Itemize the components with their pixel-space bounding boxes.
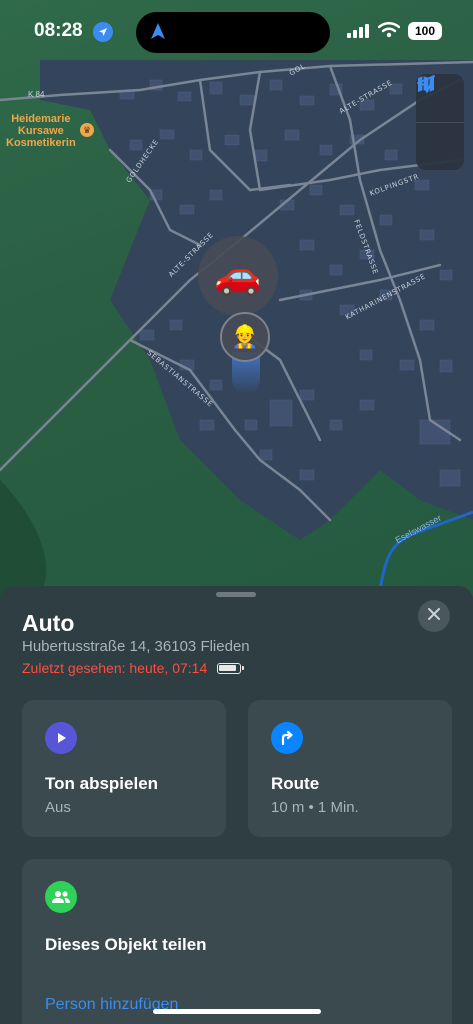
location-arrow-icon: [93, 22, 113, 42]
play-sound-title: Ton abspielen: [45, 774, 159, 793]
close-icon: [428, 607, 440, 625]
route-distance: 10 m • 1 Min.: [271, 799, 359, 816]
battery-icon: [217, 662, 245, 674]
poi-label[interactable]: Heidemarie Kursawe Kosmetikerin: [6, 113, 76, 149]
poi-name-line3: Kosmetikerin: [6, 137, 76, 149]
road-label-k84: K 84: [28, 90, 45, 99]
last-seen-text: Zuletzt gesehen: heute, 07:14: [22, 660, 208, 676]
item-title: Auto: [22, 610, 75, 636]
crown-icon[interactable]: ♛: [80, 123, 94, 137]
play-icon: [45, 722, 77, 754]
poi-name-line1: Heidemarie: [11, 113, 71, 125]
dynamic-island[interactable]: [136, 12, 330, 53]
locate-button[interactable]: [416, 75, 464, 170]
people-icon: [45, 881, 77, 913]
home-indicator[interactable]: [153, 1009, 321, 1014]
item-address: Hubertusstraße 14, 36103 Flieden: [22, 638, 250, 655]
close-button[interactable]: [418, 600, 450, 632]
status-bar: 08:28 100: [0, 0, 473, 62]
map-view[interactable]: K 84 Heidemarie Kursawe Kosmetikerin ♛ G…: [0, 0, 473, 620]
play-sound-card[interactable]: Ton abspielen Aus: [22, 700, 226, 837]
cellular-signal-icon: [347, 24, 371, 43]
share-item-card: Dieses Objekt teilen Person hinzufügen: [22, 859, 452, 1024]
last-seen-status: Zuletzt gesehen: heute, 07:14: [22, 660, 245, 676]
turn-right-arrow-icon: [271, 722, 303, 754]
route-card[interactable]: Route 10 m • 1 Min.: [248, 700, 452, 837]
route-title: Route: [271, 774, 320, 793]
person-marker[interactable]: 👷: [220, 312, 270, 362]
wifi-icon: [377, 22, 401, 43]
map-controls: [416, 74, 464, 170]
poi-name-line2: Kursawe: [17, 125, 64, 137]
navigation-icon: [150, 22, 166, 45]
item-detail-sheet: Auto Hubertusstraße 14, 36103 Flieden Zu…: [0, 586, 473, 1024]
battery-icon: 100: [408, 22, 442, 40]
status-time: 08:28: [34, 20, 83, 41]
play-sound-status: Aus: [45, 799, 71, 816]
share-title: Dieses Objekt teilen: [45, 935, 207, 954]
sheet-grabber[interactable]: [216, 592, 256, 597]
car-marker[interactable]: 🚗: [198, 236, 278, 316]
